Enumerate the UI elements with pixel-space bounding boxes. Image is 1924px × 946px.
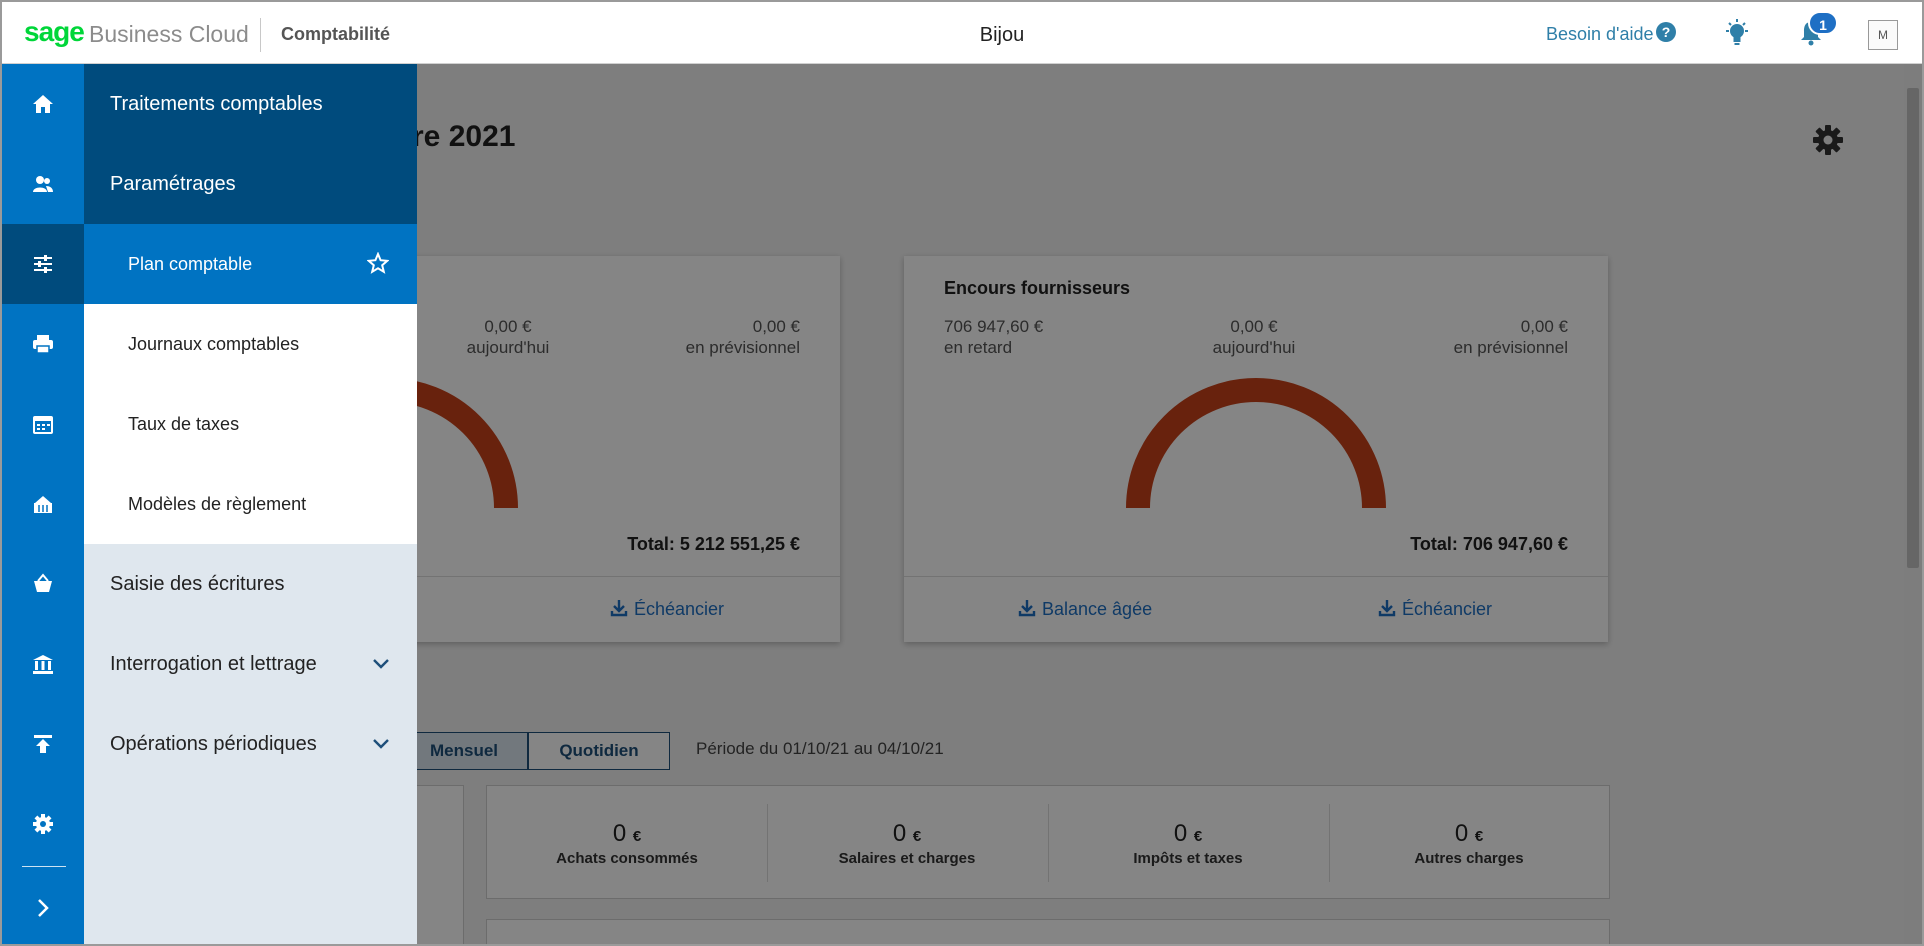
settings-nav[interactable]: [2, 224, 84, 304]
company-name[interactable]: Bijou: [932, 24, 1072, 47]
menu-item-query-matching[interactable]: Interrogation et lettrage: [84, 624, 417, 704]
shop-icon: [34, 496, 52, 513]
menu-item-label: Modèles de règlement: [128, 494, 307, 514]
menu-item-label: Plan comptable: [128, 254, 253, 274]
menu-item-label: Interrogation et lettrage: [110, 653, 317, 675]
app-window: sage Business Cloud Comptabilité Bijou B…: [0, 0, 1924, 946]
sliders-icon: [34, 255, 52, 273]
menu-item-entries[interactable]: Saisie des écritures: [84, 544, 417, 624]
help-link[interactable]: Besoin d'aide: [1546, 24, 1654, 45]
menu-item-label: Paramétrages: [110, 173, 236, 195]
menu-item-label: Taux de taxes: [128, 414, 240, 434]
menu-item-label: Opérations périodiques: [110, 733, 317, 755]
users-icon: [33, 176, 53, 192]
menu-item-payment-models[interactable]: Modèles de règlement: [84, 464, 417, 544]
menu-item-treatments[interactable]: Traitements comptables: [84, 64, 417, 144]
chevron-down-icon[interactable]: [371, 654, 391, 674]
notification-badge[interactable]: 1: [1808, 11, 1838, 35]
chevron-right-icon: [38, 899, 49, 917]
help-icon[interactable]: ?: [1656, 22, 1676, 42]
menu-item-label: Journaux comptables: [128, 334, 300, 354]
home-icon: [33, 95, 53, 113]
export-nav[interactable]: [2, 704, 84, 784]
avatar[interactable]: M: [1868, 20, 1898, 50]
calendar-nav[interactable]: [2, 384, 84, 464]
home-nav[interactable]: [2, 64, 84, 144]
printer-icon: [33, 335, 53, 354]
calendar-icon: [33, 416, 53, 434]
bank-icon: [33, 655, 53, 674]
menu-item-tax-rates[interactable]: Taux de taxes: [84, 384, 417, 464]
sidebar-divider: [22, 866, 66, 867]
chevron-down-icon[interactable]: [371, 734, 391, 754]
menu-item-journals[interactable]: Journaux comptables: [84, 304, 417, 384]
purchases-nav[interactable]: [2, 544, 84, 624]
menu-item-chart-of-accounts[interactable]: Plan comptable: [84, 224, 417, 304]
sage-logo[interactable]: sage: [24, 16, 85, 48]
basket-icon: [34, 573, 52, 592]
print-nav[interactable]: [2, 304, 84, 384]
gear-icon: [33, 814, 53, 834]
lightbulb-icon[interactable]: [1722, 18, 1752, 48]
contacts-nav[interactable]: [2, 144, 84, 224]
favorite-star-icon[interactable]: [367, 252, 389, 274]
brand-name: Business Cloud: [89, 21, 249, 47]
expand-sidebar-button[interactable]: [2, 868, 84, 944]
menu-item-label: Traitements comptables: [110, 93, 323, 115]
admin-nav[interactable]: [2, 784, 84, 864]
settings-menu: Traitements comptables Paramétrages Plan…: [84, 64, 417, 944]
icon-sidebar: [2, 64, 84, 944]
menu-item-settings[interactable]: Paramétrages: [84, 144, 417, 224]
sales-nav[interactable]: [2, 464, 84, 544]
top-bar: sage Business Cloud Comptabilité Bijou B…: [2, 2, 1922, 64]
menu-item-periodic-ops[interactable]: Opérations périodiques: [84, 704, 417, 784]
bank-nav[interactable]: [2, 624, 84, 704]
upload-icon: [34, 735, 52, 753]
product-name[interactable]: Comptabilité: [281, 24, 390, 45]
menu-item-label: Saisie des écritures: [110, 573, 285, 595]
header-divider: [260, 18, 261, 52]
